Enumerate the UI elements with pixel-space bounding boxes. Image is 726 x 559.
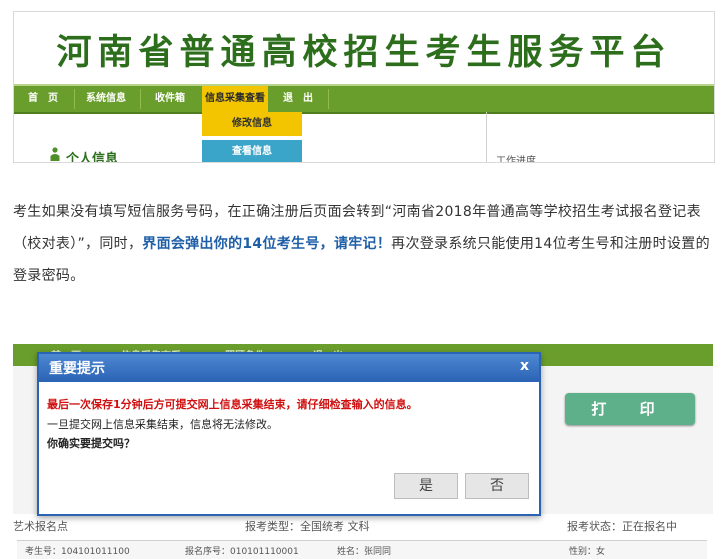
menu-separator (140, 89, 141, 109)
main-menubar: 首 页 系统信息 收件箱 信息采集查看 退 出 (14, 84, 714, 114)
menu-logout[interactable]: 退 出 (270, 86, 326, 112)
section-title-personal-info: 个人信息 (66, 152, 119, 163)
exam-number: 考生号：104101011100 (25, 547, 130, 557)
paragraph-highlight: 界面会弹出你的14位考生号，请牢记！ (142, 236, 392, 252)
menu-home[interactable]: 首 页 (14, 86, 72, 112)
menu-separator (74, 89, 75, 109)
registration-site: 艺术报名点 (13, 520, 68, 533)
article-paragraph: 考生如果没有填写短信服务号码，在正确注册后页面会转到“河南省2018年普通高等学… (13, 196, 715, 292)
work-progress-label: 工作进度 (496, 156, 536, 163)
important-notice-dialog: 重要提示 x 最后一次保存1分钟后方可提交网上信息采集结束，请仔细检查输入的信息… (37, 352, 541, 516)
menu-system-info[interactable]: 系统信息 (76, 86, 136, 112)
menu-separator (328, 89, 329, 109)
dialog-header: 重要提示 x (39, 354, 539, 382)
registration-status: 报考状态：正在报名中 (567, 520, 677, 533)
bottom-screenshot: 首 页 信息采集查看 照顾条件 退 出 打 印 艺术报名点 报考类型：全国统考 … (13, 344, 713, 559)
print-button[interactable]: 打 印 (565, 393, 695, 425)
table-row: 考生号：104101011100 报名序号：010101110001 姓名：张同… (17, 540, 707, 559)
student-name: 姓名：张同同 (337, 547, 392, 557)
panel-divider (486, 112, 487, 162)
yes-button[interactable]: 是 (394, 473, 458, 499)
dropdown-view-info[interactable]: 查看信息 (202, 140, 302, 162)
dialog-message-line: 一旦提交网上信息采集结束，信息将无法修改。 (47, 418, 278, 431)
no-button[interactable]: 否 (465, 473, 529, 499)
banner-title: 河南省普通高校招生考生服务平台 (56, 32, 672, 73)
dialog-confirm-question: 你确实要提交吗？ (47, 437, 135, 450)
close-icon[interactable]: x (520, 358, 529, 374)
registration-type: 报考类型：全国统考 文科 (245, 520, 370, 533)
registration-number: 报名序号：010101110001 (185, 547, 299, 557)
menu-inbox[interactable]: 收件箱 (142, 86, 198, 112)
dialog-warning-text: 最后一次保存1分钟后方可提交网上信息采集结束，请仔细检查输入的信息。 (47, 398, 418, 411)
top-screenshot: 河南省普通高校招生考生服务平台 首 页 系统信息 收件箱 信息采集查看 退 出 … (13, 11, 715, 163)
info-dropdown: 修改信息 查看信息 (202, 112, 302, 162)
student-gender: 性别：女 (569, 547, 606, 557)
dialog-title: 重要提示 (49, 361, 105, 377)
dropdown-edit-info[interactable]: 修改信息 (202, 112, 302, 136)
menu-info-collection[interactable]: 信息采集查看 (202, 86, 268, 112)
person-icon (50, 147, 60, 161)
